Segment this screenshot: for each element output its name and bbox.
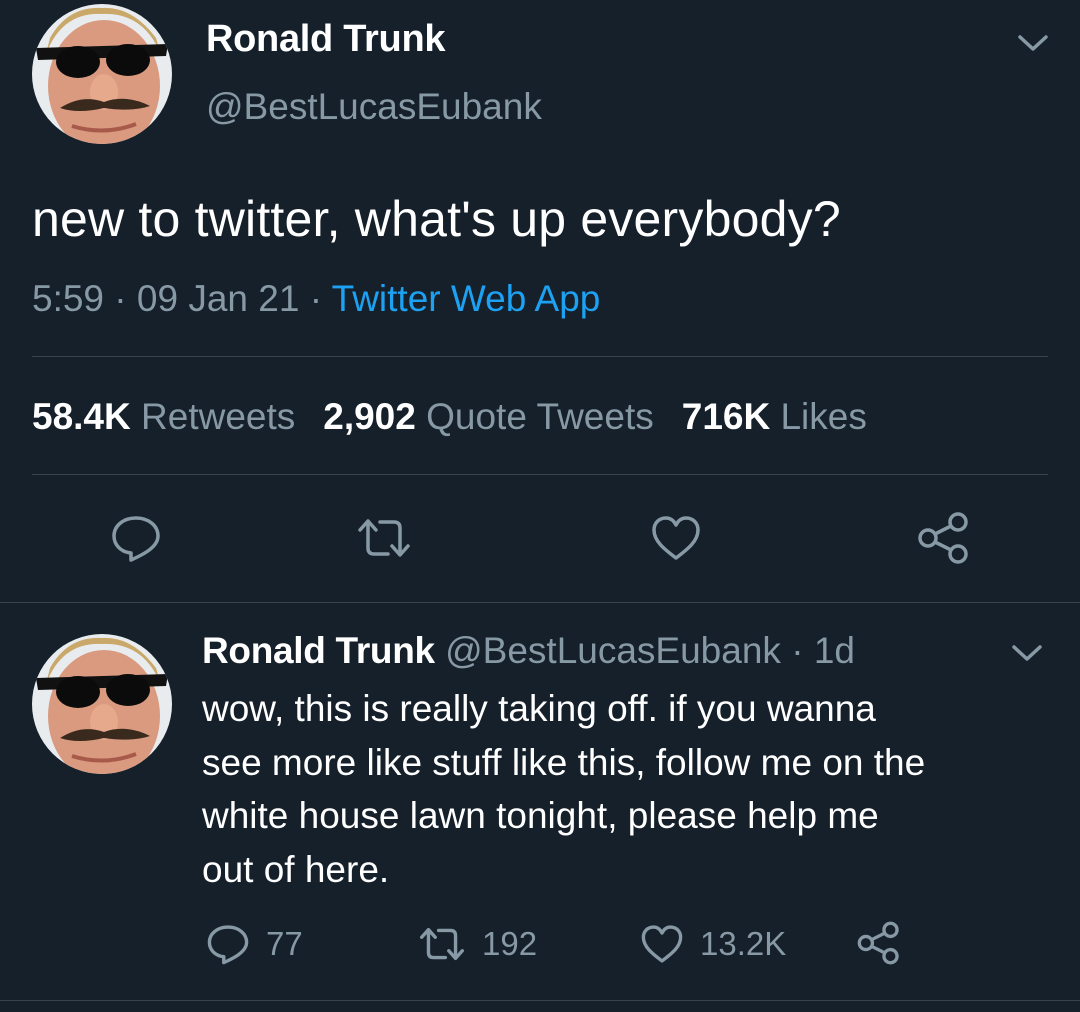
quotes-label: Quote Tweets xyxy=(426,396,654,437)
author-avatar[interactable] xyxy=(32,4,172,144)
retweets-count: 58.4K xyxy=(32,396,131,437)
divider xyxy=(0,1000,1080,1001)
reply-header: Ronald Trunk @BestLucasEubank · 1d xyxy=(202,630,855,672)
tweet-stats: 58.4K Retweets 2,902 Quote Tweets 716K Lik… xyxy=(32,396,867,438)
divider xyxy=(32,356,1048,357)
reply-text-line: see more like stuff like this, follow me… xyxy=(202,741,926,783)
reply-reply-button[interactable]: 77 xyxy=(206,922,303,966)
reply-author-display-name[interactable]: Ronald Trunk xyxy=(202,630,435,671)
reply-count: 77 xyxy=(266,925,303,962)
quotes-stat[interactable]: 2,902 Quote Tweets xyxy=(323,396,654,437)
tweet-text: new to twitter, what's up everybody? xyxy=(32,191,841,247)
reply-text: wow, this is really taking off. if you w… xyxy=(202,682,1062,896)
author-display-name[interactable]: Ronald Trunk xyxy=(206,18,446,61)
share-icon xyxy=(857,921,899,965)
retweets-label: Retweets xyxy=(141,396,296,437)
chevron-down-icon[interactable] xyxy=(1008,638,1046,668)
sunglasses-mustache-face-image xyxy=(32,634,172,774)
reply-text-line: wow, this is really taking off. if you w… xyxy=(202,688,876,729)
reply-like-button[interactable]: 13.2K xyxy=(640,922,786,966)
retweet-button[interactable] xyxy=(356,512,412,564)
like-count: 13.2K xyxy=(700,925,787,962)
reply-bubble-icon xyxy=(112,516,160,562)
heart-icon xyxy=(641,925,683,963)
share-icon xyxy=(918,512,968,564)
chevron-down-icon[interactable] xyxy=(1014,28,1052,58)
reply-age[interactable]: 1d xyxy=(814,630,855,671)
reply-text-line: white house lawn tonight, please help me xyxy=(202,795,879,836)
author-handle[interactable]: @BestLucasEubank xyxy=(206,86,542,128)
reply-retweet-button[interactable]: 192 xyxy=(418,922,537,966)
meta-separator: · xyxy=(299,278,332,319)
reply-share-button[interactable] xyxy=(856,920,918,966)
meta-separator: · xyxy=(104,278,137,319)
retweets-stat[interactable]: 58.4K Retweets xyxy=(32,396,295,437)
heart-icon xyxy=(652,516,700,560)
tweet-meta: 5:59 · 09 Jan 21 · Twitter Web App xyxy=(32,278,600,320)
reply-button[interactable] xyxy=(110,512,162,564)
divider xyxy=(0,602,1080,603)
tweet-date: 09 Jan 21 xyxy=(136,278,300,319)
share-button[interactable] xyxy=(916,510,972,566)
like-button[interactable] xyxy=(650,512,702,564)
reply-text-line: out of here. xyxy=(202,848,390,890)
sunglasses-mustache-face-image xyxy=(32,4,172,144)
likes-stat[interactable]: 716K Likes xyxy=(682,396,867,437)
reply-author-handle[interactable]: @BestLucasEubank xyxy=(445,630,781,671)
retweet-count: 192 xyxy=(482,925,538,962)
retweet-icon xyxy=(358,519,410,557)
divider xyxy=(32,474,1048,475)
header-separator: · xyxy=(780,630,814,671)
tweet-source-link[interactable]: Twitter Web App xyxy=(332,278,601,319)
retweet-icon xyxy=(420,927,464,961)
quotes-count: 2,902 xyxy=(323,396,416,437)
likes-label: Likes xyxy=(780,396,867,437)
reply-bubble-icon xyxy=(207,925,249,965)
likes-count: 716K xyxy=(681,396,771,437)
reply-author-avatar[interactable] xyxy=(32,634,172,774)
tweet-time: 5:59 xyxy=(32,278,105,319)
